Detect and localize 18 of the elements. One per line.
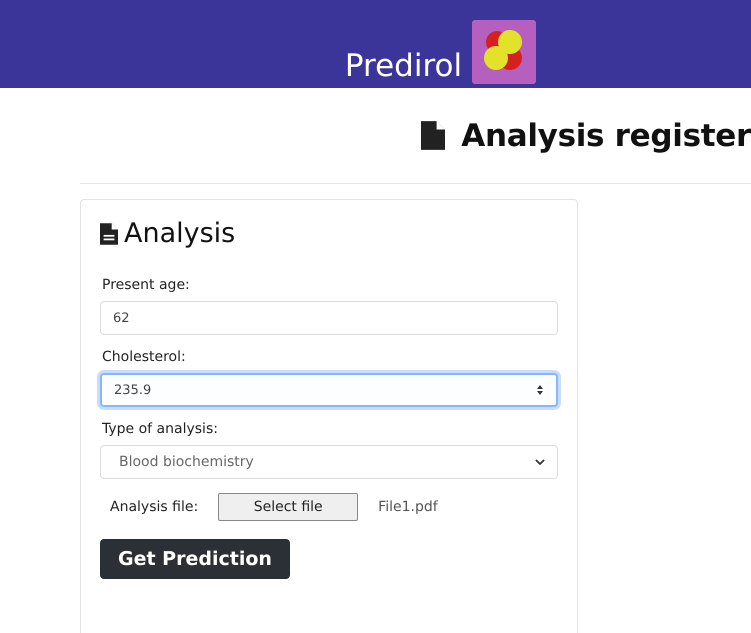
file-name: File1.pdf [378, 499, 438, 515]
document-icon [100, 222, 118, 244]
logo-icon [472, 20, 536, 84]
select-file-button[interactable]: Select file [218, 493, 358, 521]
get-prediction-button[interactable]: Get Prediction [100, 539, 290, 579]
document-icon [421, 121, 446, 150]
spinner-icon [536, 384, 544, 396]
input-field[interactable]: 235.9 [100, 373, 558, 407]
chevron-down-icon [535, 458, 545, 466]
field-label: Cholesterol: [102, 349, 187, 365]
field-label: Type of analysis: [102, 421, 219, 437]
input-field[interactable]: 62 [100, 301, 558, 335]
page-heading: Analysis register [461, 118, 751, 154]
select-field[interactable]: Blood biochemistry [100, 445, 558, 479]
field-label: Analysis file: [110, 499, 198, 515]
brand-name: Predirol [344, 48, 462, 84]
field-label: Present age: [102, 277, 191, 293]
card-title: Analysis [124, 218, 236, 249]
